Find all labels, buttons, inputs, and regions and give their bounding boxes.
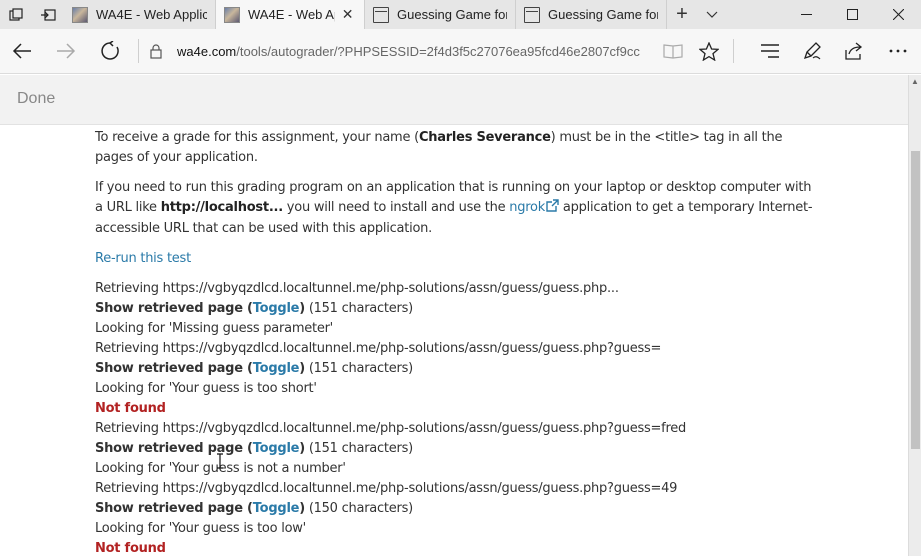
more-options-icon[interactable] xyxy=(875,29,921,74)
tab-title: Guessing Game for xyxy=(548,7,658,22)
localhost-text: you will need to install and use the xyxy=(282,200,510,215)
log-show-page: Show retrieved page (Toggle) (151 charac… xyxy=(95,359,815,379)
char-count: (151 characters) xyxy=(304,441,413,456)
log-looking-for: Looking for 'Your guess is too low' xyxy=(95,521,306,536)
share-icon[interactable] xyxy=(833,29,875,74)
wa4e-avatar-icon xyxy=(72,6,88,23)
ngrok-link[interactable]: ngrok xyxy=(509,199,559,215)
log-retrieving: Retrieving https://vgbyqzdlcd.localtunne… xyxy=(95,481,678,496)
log-show-page: Show retrieved page (Toggle) (151 charac… xyxy=(95,299,815,319)
char-count: (151 characters) xyxy=(304,361,413,376)
back-button[interactable] xyxy=(0,29,44,74)
close-window-button[interactable] xyxy=(875,0,921,29)
tab-strip: WA4E - Web Applic WA4E - Web Ap ✕ Guessi… xyxy=(0,0,921,29)
text-cursor-icon xyxy=(217,453,223,469)
localhost-instructions: If you need to run this grading program … xyxy=(95,178,815,239)
tab-wa4e-2[interactable]: WA4E - Web Ap ✕ xyxy=(216,0,365,29)
log-looking-for: Looking for 'Your guess is too short' xyxy=(95,381,317,396)
not-found-error: Not found xyxy=(95,401,166,416)
char-count: (150 characters) xyxy=(304,501,413,516)
page-icon xyxy=(524,6,540,23)
tab-list-chevron-icon[interactable] xyxy=(697,0,727,29)
address-field[interactable]: wa4e.com/tools/autograder/?PHPSESSID=2f4… xyxy=(145,29,655,74)
hub-menu-icon[interactable] xyxy=(749,29,791,74)
tab-guessing-game-2[interactable]: Guessing Game for xyxy=(516,0,667,29)
not-found-error: Not found xyxy=(95,541,166,556)
close-tab-icon[interactable]: ✕ xyxy=(339,6,356,23)
tab-title: WA4E - Web Ap xyxy=(248,7,336,22)
show-page-label: Show retrieved page ( xyxy=(95,301,253,316)
scrollbar-thumb[interactable] xyxy=(911,151,920,449)
localhost-url: http://localhost... xyxy=(160,200,283,215)
divider xyxy=(733,39,734,63)
autograder-content: To receive a grade for this assignment, … xyxy=(95,128,815,556)
tab-guessing-game-1[interactable]: Guessing Game for xyxy=(365,0,516,29)
tab-title: Guessing Game for xyxy=(397,7,507,22)
student-name: Charles Severance xyxy=(418,130,551,145)
favorite-star-icon[interactable] xyxy=(691,29,727,74)
reading-view-icon[interactable] xyxy=(655,29,691,74)
minimize-button[interactable] xyxy=(783,0,829,29)
tab-preview-icon[interactable] xyxy=(0,0,32,29)
divider xyxy=(138,39,139,63)
set-aside-tabs-icon[interactable] xyxy=(32,0,64,29)
lock-icon xyxy=(145,43,167,59)
forward-button[interactable] xyxy=(44,29,88,74)
tab-title: WA4E - Web Applic xyxy=(96,7,207,22)
log-show-page: Show retrieved page (Toggle) (151 charac… xyxy=(95,439,815,459)
tab-wa4e-1[interactable]: WA4E - Web Applic xyxy=(64,0,216,29)
web-note-pen-icon[interactable] xyxy=(791,29,833,74)
status-text: Done xyxy=(17,90,56,107)
maximize-button[interactable] xyxy=(829,0,875,29)
new-tab-button[interactable]: + xyxy=(667,0,697,29)
log-retrieving: Retrieving https://vgbyqzdlcd.localtunne… xyxy=(95,421,687,436)
url-host: wa4e.com xyxy=(177,43,237,59)
log-retrieving: Retrieving https://vgbyqzdlcd.localtunne… xyxy=(95,341,662,356)
show-page-label: Show retrieved page ( xyxy=(95,501,253,516)
log-looking-for: Looking for 'Your guess is not a number' xyxy=(95,461,346,476)
navigation-bar: wa4e.com/tools/autograder/?PHPSESSID=2f4… xyxy=(0,29,921,74)
log-looking-for: Looking for 'Missing guess parameter' xyxy=(95,321,333,336)
log-show-page: Show retrieved page (Toggle) (150 charac… xyxy=(95,499,815,519)
wa4e-avatar-icon xyxy=(224,6,240,23)
toggle-link[interactable]: Toggle xyxy=(253,301,300,316)
grade-instructions: To receive a grade for this assignment, … xyxy=(95,128,815,168)
toggle-link[interactable]: Toggle xyxy=(253,501,300,516)
refresh-button[interactable] xyxy=(88,29,132,74)
show-page-label: Show retrieved page ( xyxy=(95,361,253,376)
page-icon xyxy=(373,6,389,23)
ngrok-link-label: ngrok xyxy=(509,200,546,215)
toggle-link[interactable]: Toggle xyxy=(253,361,300,376)
log-retrieving: Retrieving https://vgbyqzdlcd.localtunne… xyxy=(95,281,619,296)
char-count: (151 characters) xyxy=(304,301,413,316)
status-notification-bar: Done xyxy=(0,75,908,125)
rerun-test-link[interactable]: Re-run this test xyxy=(95,251,191,266)
url-path: /tools/autograder/?PHPSESSID=2f4d3f5c270… xyxy=(236,43,640,59)
rerun-paragraph: Re-run this test xyxy=(95,249,815,269)
external-link-icon xyxy=(546,199,559,219)
grade-text: To receive a grade for this assignment, … xyxy=(95,130,419,145)
scroll-up-arrow-icon[interactable]: ▲ xyxy=(911,77,919,86)
show-page-label: Show retrieved page ( xyxy=(95,441,253,456)
toggle-link[interactable]: Toggle xyxy=(253,441,300,456)
vertical-scrollbar[interactable]: ▲ xyxy=(908,75,921,556)
